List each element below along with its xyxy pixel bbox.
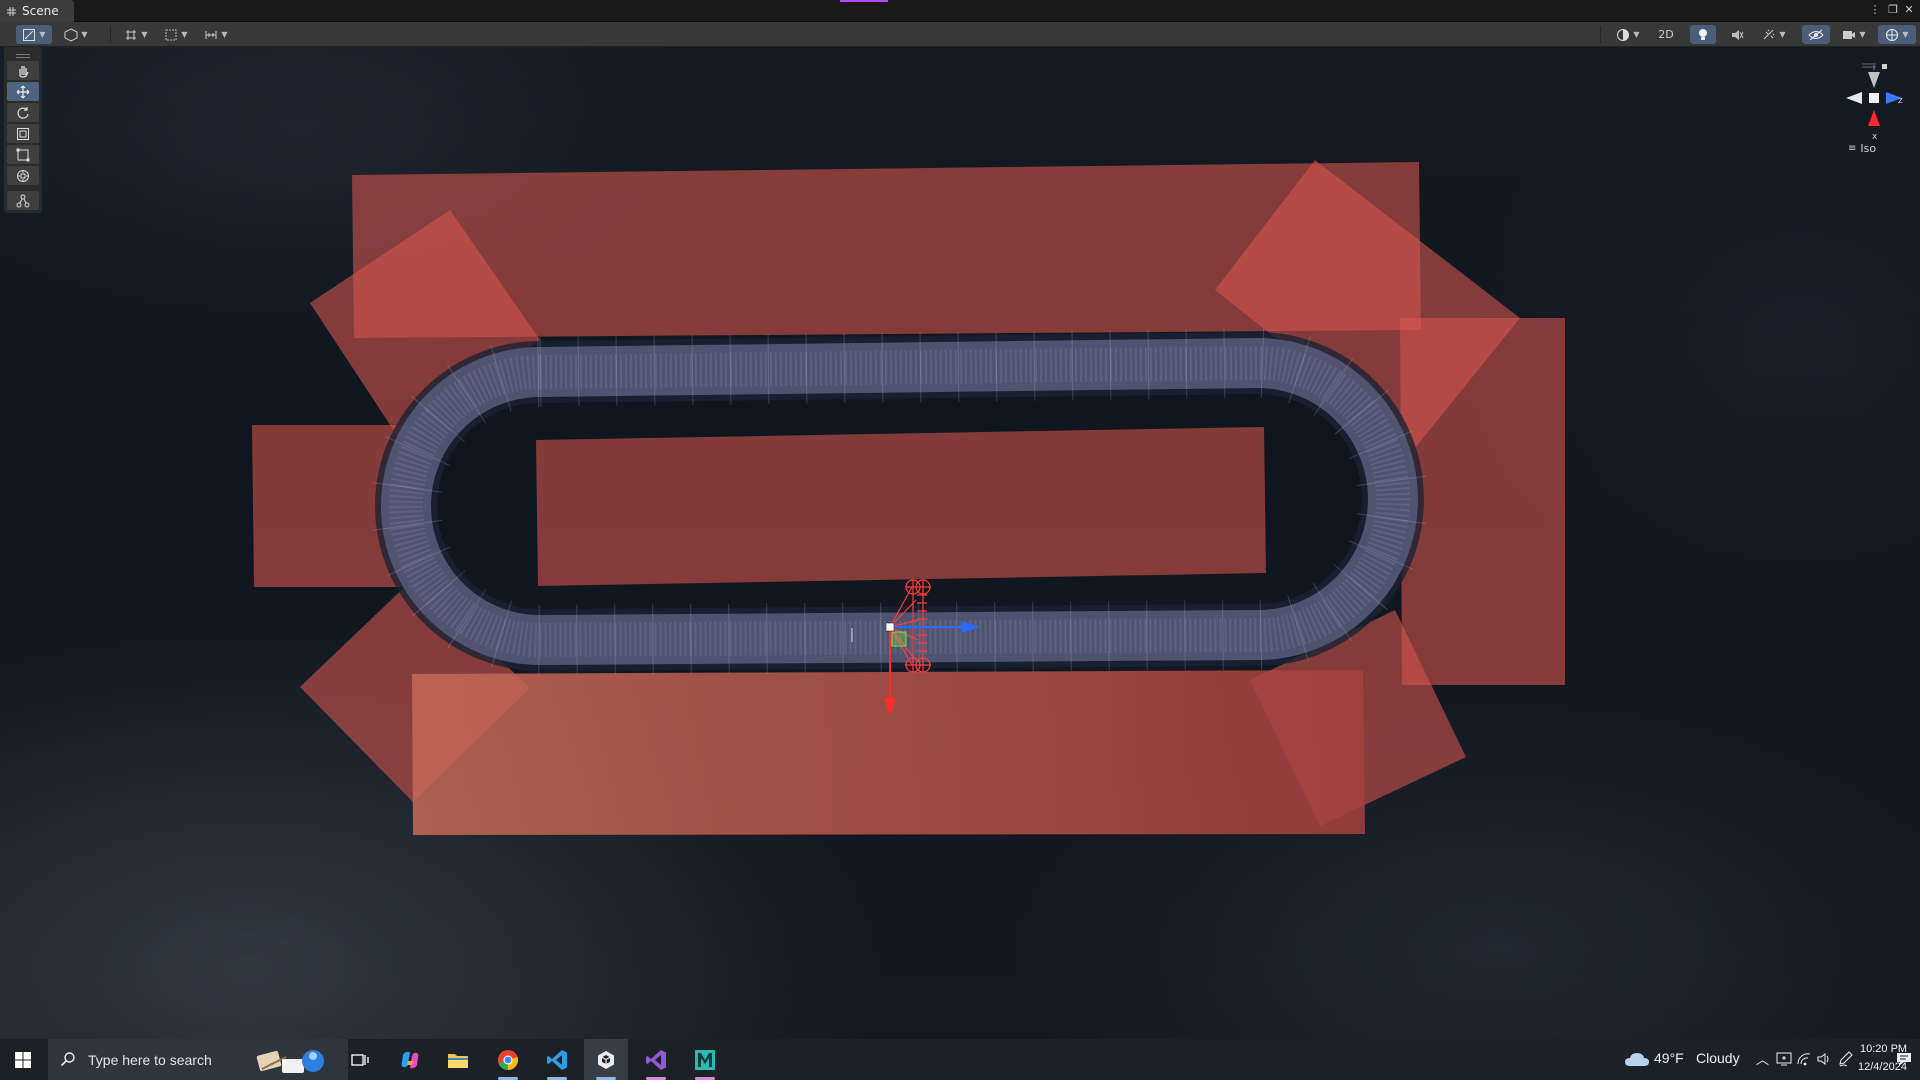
snap-dropdown[interactable]: ▼ [118,25,154,44]
scene-visibility-icon [1808,29,1824,40]
unity-icon [598,1050,614,1069]
taskbar-task-view[interactable] [338,1039,382,1080]
render-mode-dropdown[interactable]: ▼ [1610,25,1646,44]
taskbar-file-explorer[interactable] [436,1039,480,1080]
windows-taskbar: Type here to search 49°F Cloudy ︿ 10:20 … [0,1039,1920,1080]
search-icon [60,1052,75,1067]
cloudy-weather-icon[interactable] [1624,1050,1650,1068]
maya-icon [695,1049,715,1070]
show-hidden-icons-icon[interactable]: ︿ [1756,1049,1769,1068]
mode-2d-label: 2D [1658,28,1674,41]
rotate-icon [17,106,29,119]
projection-label: Iso [1860,142,1877,155]
scale-icon [17,127,29,140]
grid-icon [165,29,177,40]
draw-mode-icon [23,28,36,41]
unity-editor-window: Scene ⋮ ❐ ✕ ▼ ▼ ▼ ▼ ▼ ▼ 2D ▼ ▼ ▼ z x ≡ I… [0,0,1920,1080]
move-tool-button[interactable] [7,82,39,101]
snap-icon [126,29,137,40]
lighting-icon [1699,28,1707,40]
axis-gizmo-icon: z x [1846,63,1903,142]
plane-handle[interactable] [891,631,907,647]
shading-icon [64,27,78,42]
taskbar-copilot[interactable] [388,1039,432,1080]
audio-toggle[interactable] [1724,25,1750,44]
vscode-icon [547,1049,567,1070]
hand-icon [19,65,29,78]
transform-tool-button[interactable] [7,166,39,185]
weather-condition[interactable]: Cloudy [1696,1050,1740,1066]
render-mode-icon [1617,28,1630,41]
task-view-icon [351,1053,369,1066]
lock-icon[interactable] [1882,64,1887,69]
draw-mode-dropdown[interactable]: ▼ [16,25,52,44]
palette-grip[interactable] [7,49,39,59]
x-axis-label: x [1872,132,1878,142]
increment-snap-icon [205,30,217,39]
custom-tool-button[interactable] [7,191,39,210]
transform-icon [17,169,29,182]
notifications-icon[interactable] [1896,1051,1912,1067]
rotate-tool-button[interactable] [7,103,39,122]
collider-right[interactable] [1400,318,1565,685]
scene-viewport[interactable] [0,47,1920,1039]
search-highlight-icon [256,1050,324,1073]
visual-studio-icon [646,1049,666,1070]
scene-toolbar: ▼ ▼ ▼ ▼ ▼ ▼ 2D ▼ ▼ ▼ [0,22,1920,47]
tab-drag-indicator [840,0,888,2]
system-tray: 49°F Cloudy ︿ 10:20 PM 12/4/2024 [1500,1039,1920,1080]
audio-icon [1732,29,1744,40]
scene-canvas [252,160,1565,835]
increment-snap-dropdown[interactable]: ▼ [198,25,234,44]
hash-icon [7,6,16,16]
move-icon [16,85,30,98]
more-options-icon[interactable]: ⋮ [1868,3,1882,17]
projection-toggle[interactable]: ≡ Iso [1848,142,1876,155]
tab-scene[interactable]: Scene [0,0,74,22]
custom-tool-icon [16,194,30,207]
gizmos-icon [1886,28,1899,41]
menu-icon: ≡ [1848,143,1857,154]
wifi-icon[interactable] [1796,1051,1812,1067]
volume-icon[interactable] [1816,1051,1832,1067]
lighting-toggle[interactable] [1690,25,1716,44]
taskbar-visual-studio[interactable] [634,1039,678,1080]
weather-temperature[interactable]: 49°F [1654,1050,1684,1066]
camera-dropdown[interactable]: ▼ [1836,25,1872,44]
copilot-icon [401,1051,419,1068]
tab-scene-label: Scene [22,4,59,18]
pen-input-icon[interactable] [1838,1050,1854,1068]
taskbar-vscode[interactable] [535,1039,579,1080]
mode-2d-toggle[interactable]: 2D [1652,25,1680,44]
scene-visibility-toggle[interactable] [1802,25,1830,44]
search-placeholder: Type here to search [88,1051,212,1068]
center-handle[interactable] [885,622,895,632]
tool-palette [4,47,42,213]
restore-window-icon[interactable]: ❐ [1886,3,1900,17]
taskbar-search-box[interactable]: Type here to search [48,1039,348,1080]
hand-tool-button[interactable] [7,61,39,80]
collider-bottom[interactable] [412,670,1365,835]
chrome-icon [498,1049,518,1070]
effects-dropdown[interactable]: ▼ [1756,25,1792,44]
z-axis-label: z [1898,96,1903,106]
start-button[interactable] [0,1039,46,1080]
taskbar-maya[interactable] [683,1039,727,1080]
effects-icon [1764,29,1775,39]
camera-icon [1843,30,1856,39]
taskbar-unity[interactable] [584,1039,628,1080]
shading-dropdown[interactable]: ▼ [58,25,94,44]
grid-dropdown[interactable]: ▼ [158,25,194,44]
rect-icon [16,148,30,161]
taskbar-chrome[interactable] [486,1039,530,1080]
collider-center[interactable] [536,427,1266,586]
network-monitor-icon[interactable] [1776,1051,1792,1067]
gizmos-dropdown[interactable]: ▼ [1878,25,1916,44]
scale-tool-button[interactable] [7,124,39,143]
close-window-icon[interactable]: ✕ [1902,3,1916,17]
window-tab-bar: Scene ⋮ ❐ ✕ [0,0,1920,22]
rect-tool-button[interactable] [7,145,39,164]
file-explorer-icon [448,1053,468,1068]
windows-logo-icon [15,1051,31,1068]
